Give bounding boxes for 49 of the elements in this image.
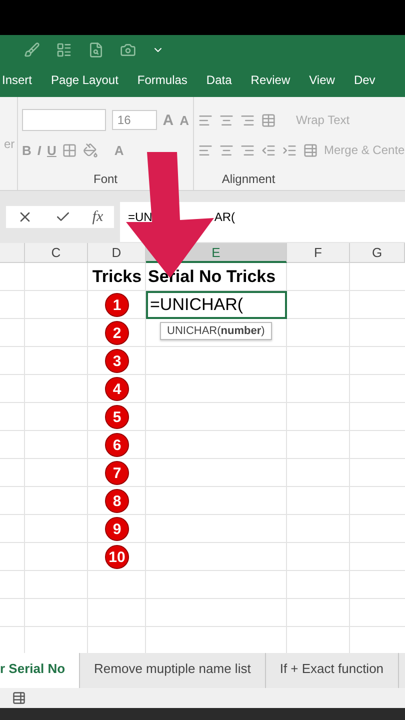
column-header[interactable]: F <box>287 243 350 263</box>
number-badge: 3 <box>105 349 129 373</box>
cell-text: Tricks <box>92 267 142 287</box>
ribbon-tab[interactable]: View <box>307 67 335 95</box>
align-left-icon[interactable] <box>198 142 213 158</box>
number-badge: 2 <box>105 321 129 345</box>
insert-function-button[interactable]: fx <box>92 208 104 226</box>
align-right-icon[interactable] <box>240 142 255 158</box>
font-name-field[interactable] <box>22 109 106 131</box>
cell-text: Serial No Tricks <box>148 267 276 287</box>
ribbon-tab[interactable]: Review <box>248 67 290 95</box>
top-align-icon[interactable] <box>198 112 213 128</box>
column-header[interactable]: C <box>25 243 88 263</box>
merge-icon[interactable] <box>303 142 318 158</box>
form-icon[interactable] <box>56 42 72 58</box>
number-badge: 1 <box>105 293 129 317</box>
clipboard-label: er <box>4 137 15 151</box>
borders-icon[interactable] <box>62 142 78 158</box>
number-badge: 6 <box>105 433 129 457</box>
increase-indent-icon[interactable] <box>282 142 297 158</box>
print-preview-icon[interactable] <box>88 42 104 58</box>
sheet-tab[interactable]: r Serial No <box>0 653 80 688</box>
font-size-field[interactable]: 16 <box>112 110 157 130</box>
number-badge: 8 <box>105 489 129 513</box>
brush-icon[interactable] <box>24 42 40 58</box>
ribbon-tab[interactable]: Dev <box>352 67 376 95</box>
ribbon-tab[interactable]: Data <box>204 67 232 95</box>
number-badge: 9 <box>105 517 129 541</box>
normal-view-icon[interactable] <box>12 691 26 705</box>
number-badge: 4 <box>105 377 129 401</box>
align-center-icon[interactable] <box>219 142 234 158</box>
ribbon-tab[interactable]: Formulas <box>135 67 188 95</box>
ribbon-tab[interactable]: Page Layout <box>49 67 118 95</box>
group-label: Font <box>92 172 118 186</box>
number-badge: 5 <box>105 405 129 429</box>
function-tooltip: UNICHAR(number) <box>160 322 272 340</box>
fill-color-icon[interactable] <box>83 142 98 158</box>
camera-icon[interactable] <box>120 42 136 58</box>
group-label: Alignment <box>220 172 276 186</box>
column-header[interactable]: D <box>88 243 146 263</box>
select-all-corner[interactable] <box>0 243 25 263</box>
active-cell[interactable]: =UNICHAR( <box>146 291 287 319</box>
column-header[interactable]: G <box>350 243 405 263</box>
number-badge: 7 <box>105 461 129 485</box>
bottom-align-icon[interactable] <box>240 112 255 128</box>
ribbon-tab[interactable]: Insert <box>0 67 32 95</box>
number-badge: 10 <box>105 545 129 569</box>
decrease-indent-icon[interactable] <box>261 142 276 158</box>
middle-align-icon[interactable] <box>219 112 234 128</box>
